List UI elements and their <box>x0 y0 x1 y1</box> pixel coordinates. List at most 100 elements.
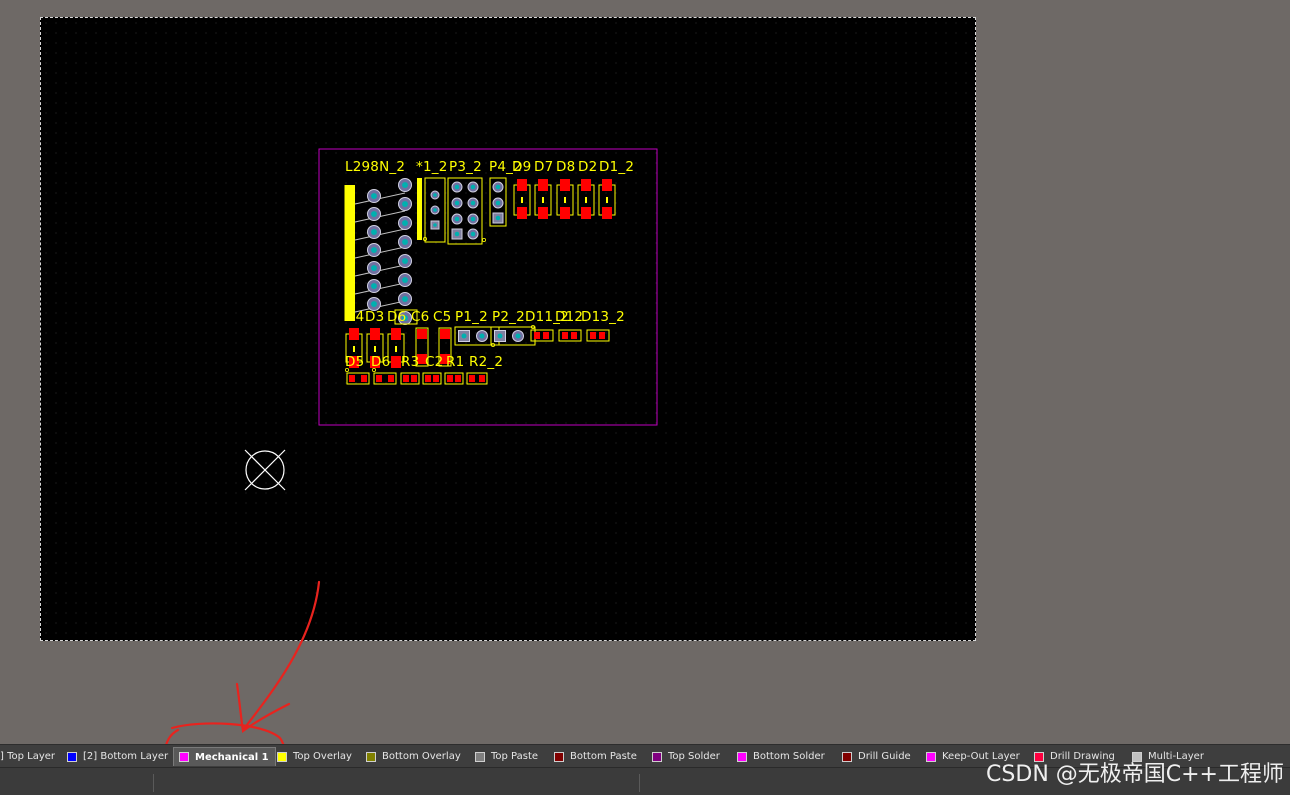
pcb-board-canvas[interactable]: L298N_2 *1_2 P3_2 P4_2 D9 D7 D8 D2 D1_2 … <box>40 17 976 641</box>
layer-tab-bottom-overlay[interactable]: Bottom Overlay <box>361 748 461 765</box>
designator-d4[interactable]: D4 <box>345 310 364 324</box>
designator-d2[interactable]: D2 <box>578 160 597 174</box>
designator-r1[interactable]: R1 <box>446 355 464 369</box>
drill-hole <box>454 200 460 206</box>
smd-pad <box>361 375 367 382</box>
smd-pad <box>391 356 401 368</box>
layer-color-swatch-icon <box>652 751 662 762</box>
smd-pad <box>469 375 475 382</box>
drill-hole <box>433 208 437 212</box>
diode-mark <box>606 197 608 203</box>
designator-d13[interactable]: D13_2 <box>581 310 625 324</box>
designator-d1[interactable]: D1_2 <box>599 160 634 174</box>
diode-mark <box>542 197 544 203</box>
designator-c6[interactable]: C6 <box>411 310 429 324</box>
layer-tab-label: ] Top Layer <box>0 751 56 762</box>
designator-x1[interactable]: *1_2 <box>416 160 447 174</box>
layer-tab-top-overlay[interactable]: Top Overlay <box>272 748 352 765</box>
designator-c5[interactable]: C5 <box>433 310 451 324</box>
layer-tab-2-bottom-layer[interactable]: [2] Bottom Layer <box>62 748 168 765</box>
designator-l298n[interactable]: L298N_2 <box>345 160 405 174</box>
layer-tab-top-layer[interactable]: ] Top Layer <box>0 748 55 765</box>
designator-c2[interactable]: C2 <box>425 355 443 369</box>
smd-pad <box>534 332 540 339</box>
smd-pad <box>388 375 394 382</box>
drill-hole <box>402 220 408 226</box>
smd-pad <box>411 375 417 382</box>
layer-tab-label: Bottom Paste <box>570 751 637 762</box>
diode-mark <box>353 346 355 352</box>
smd-pad <box>517 207 527 219</box>
diode-mark <box>585 197 587 203</box>
smd-pad <box>447 375 453 382</box>
layer-tab-top-solder[interactable]: Top Solder <box>647 748 720 765</box>
drill-hole <box>470 184 476 190</box>
drill-hole <box>515 333 521 339</box>
drill-hole <box>371 211 377 217</box>
designator-d7[interactable]: D7 <box>534 160 553 174</box>
layer-color-swatch-icon <box>67 751 77 762</box>
smd-pad <box>391 328 401 340</box>
drill-hole <box>371 229 377 235</box>
diode-mark <box>521 197 523 203</box>
drill-hole <box>402 201 408 207</box>
layer-tab-label: Bottom Solder <box>753 751 825 762</box>
drill-hole <box>470 216 476 222</box>
drill-hole <box>402 296 408 302</box>
pin1-marker <box>481 237 486 242</box>
drill-hole <box>470 231 476 237</box>
designator-d3[interactable]: D3 <box>365 310 384 324</box>
drill-hole <box>402 239 408 245</box>
smd-pad <box>571 332 577 339</box>
layer-tab-label: Top Paste <box>491 751 539 762</box>
smd-pad <box>538 207 548 219</box>
drill-hole <box>454 184 460 190</box>
designator-r2[interactable]: R2_2 <box>469 355 503 369</box>
smd-pad <box>602 207 612 219</box>
smd-pad <box>370 328 380 340</box>
designator-d9[interactable]: D9 <box>512 160 531 174</box>
layer-tab-drill-guide[interactable]: Drill Guide <box>837 748 911 765</box>
designator-d12[interactable]: D12 <box>555 310 583 324</box>
smd-pad <box>590 332 596 339</box>
smd-pad <box>599 332 605 339</box>
diode-mark <box>564 197 566 203</box>
designator-d8[interactable]: D8 <box>556 160 575 174</box>
designator-p3[interactable]: P3_2 <box>449 160 482 174</box>
layer-tab-top-paste[interactable]: Top Paste <box>470 748 538 765</box>
layer-tab-mechanical-1[interactable]: Mechanical 1 <box>173 747 276 766</box>
layer-color-swatch-icon <box>366 751 376 762</box>
drill-hole <box>454 231 460 237</box>
layer-tab-label: Top Overlay <box>293 751 352 762</box>
drill-hole <box>461 333 467 339</box>
drill-hole <box>479 333 485 339</box>
diode-mark <box>395 346 397 352</box>
layer-tab-bottom-paste[interactable]: Bottom Paste <box>549 748 637 765</box>
smd-pad <box>455 375 461 382</box>
smd-pad <box>440 329 450 339</box>
layer-tab-label: Mechanical 1 <box>195 751 269 763</box>
designator-d6[interactable]: D6 <box>371 355 390 369</box>
designator-d5[interactable]: D5 <box>345 355 364 369</box>
smd-pad <box>517 179 527 191</box>
designator-r3[interactable]: R3 <box>401 355 419 369</box>
layer-color-swatch-icon <box>737 751 747 762</box>
drill-hole <box>402 258 408 264</box>
designator-p1[interactable]: P1_2 <box>455 310 488 324</box>
l298n-heatsink <box>345 185 355 321</box>
layer-color-swatch-icon <box>926 751 936 762</box>
layer-color-swatch-icon <box>842 751 852 762</box>
smd-pad <box>433 375 439 382</box>
drill-hole <box>433 193 437 197</box>
annotation-arrow-head <box>235 682 291 733</box>
smd-pad <box>538 179 548 191</box>
layer-tab-bottom-solder[interactable]: Bottom Solder <box>732 748 825 765</box>
drill-hole <box>402 277 408 283</box>
designator-d6c[interactable]: D6 <box>387 310 406 324</box>
drill-hole <box>371 265 377 271</box>
layer-color-swatch-icon <box>179 752 189 762</box>
smd-pad <box>543 332 549 339</box>
drill-hole <box>371 193 377 199</box>
smd-pad <box>417 329 427 339</box>
designator-p2[interactable]: P2_2 <box>492 310 525 324</box>
